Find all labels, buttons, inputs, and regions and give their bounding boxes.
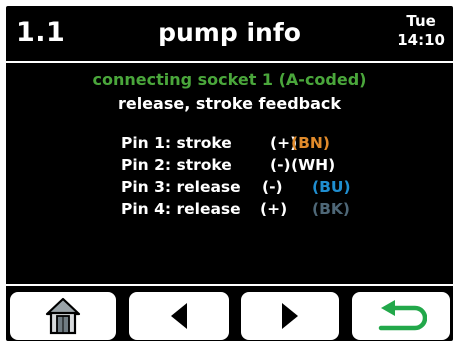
previous-button[interactable] <box>129 292 229 340</box>
pin-row-3: Pin 3: release (-) (BU) <box>6 178 453 200</box>
pin-polarity: (-) <box>270 156 291 174</box>
pin-row-1: Pin 1: stroke (+) (BN) <box>6 134 453 156</box>
home-button[interactable] <box>10 292 116 340</box>
pin-wire-code: (WH) <box>291 156 336 174</box>
home-icon <box>45 297 81 335</box>
socket-line: connecting socket 1 (A-coded) <box>92 70 367 89</box>
pin-wire-code: (BN) <box>291 134 330 152</box>
pin-wire-code: (BK) <box>312 200 350 218</box>
return-icon <box>378 300 427 331</box>
device-frame: 1.1 pump info Tue 14:10 connecting socke… <box>0 0 459 347</box>
page-title: pump info <box>158 18 301 47</box>
pin-polarity: (+) <box>260 200 288 218</box>
screen: 1.1 pump info Tue 14:10 connecting socke… <box>6 6 453 341</box>
pin-row-2: Pin 2: stroke (-) (WH) <box>6 156 453 178</box>
header: 1.1 pump info Tue 14:10 <box>6 6 453 62</box>
clock-time: 14:10 <box>397 31 445 49</box>
next-button[interactable] <box>241 292 339 340</box>
header-divider <box>6 61 453 63</box>
pin-polarity: (-) <box>262 178 283 196</box>
pin-label: Pin 3: release <box>121 178 241 196</box>
subtitle: release, stroke feedback <box>117 94 342 113</box>
pin-label: Pin 4: release <box>121 200 241 218</box>
return-button[interactable] <box>352 292 450 340</box>
pin-label: Pin 1: stroke <box>121 134 232 152</box>
pin-row-4: Pin 4: release (+) (BK) <box>6 200 453 222</box>
pin-wire-code: (BU) <box>312 178 351 196</box>
arrow-right-icon <box>282 303 298 329</box>
footer-divider <box>6 284 453 286</box>
clock-day: Tue <box>406 12 436 30</box>
pin-label: Pin 2: stroke <box>121 156 232 174</box>
clock: Tue 14:10 <box>397 12 445 50</box>
arrow-left-icon <box>171 303 187 329</box>
